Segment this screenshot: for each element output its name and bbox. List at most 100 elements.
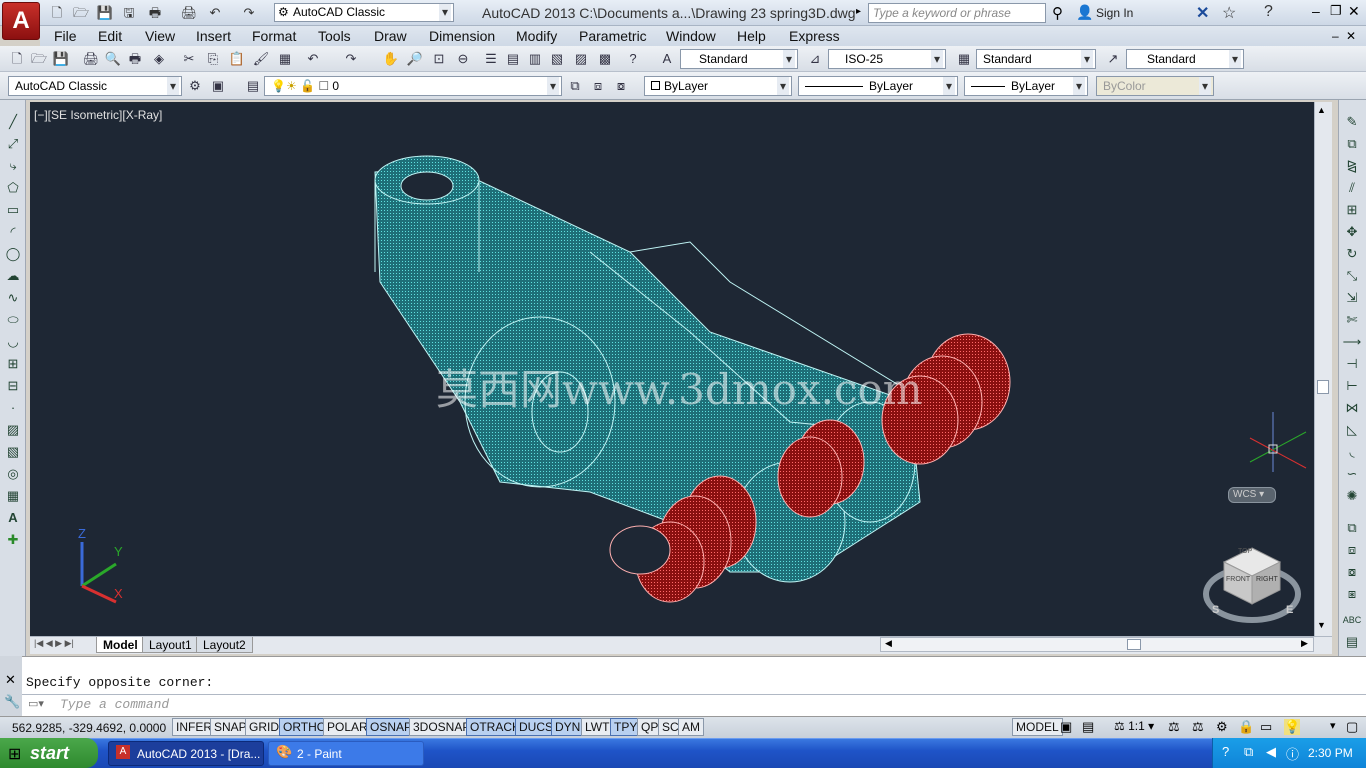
auto-scale-icon[interactable]: ⚖ (1192, 719, 1204, 735)
menu-file[interactable]: File (54, 28, 77, 44)
menu-dimension[interactable]: Dimension (429, 28, 495, 44)
construction-line-icon[interactable]: ⤢ (3, 134, 23, 154)
make-current-layer-icon[interactable]: ⧉ (566, 77, 584, 95)
bring-front-icon[interactable]: ⧉ (1342, 518, 1362, 538)
line-icon[interactable]: ╱ (3, 112, 23, 132)
menu-help[interactable]: Help (737, 28, 766, 44)
menu-window[interactable]: Window (666, 28, 716, 44)
status-menu-icon[interactable]: ▾ (1330, 719, 1336, 732)
plot-preview-icon[interactable]: 🔍 (104, 50, 122, 68)
close-icon[interactable]: ✕ (1348, 3, 1360, 20)
paste-icon[interactable]: 📋 (228, 50, 246, 68)
doc-minimize-icon[interactable]: – (1332, 29, 1339, 43)
open-file-icon[interactable]: 🗁 (30, 50, 48, 68)
gradient-icon[interactable]: ▧ (3, 442, 23, 462)
extend-icon[interactable]: ⟶ (1342, 332, 1362, 352)
stretch-icon[interactable]: ⇲ (1342, 288, 1362, 308)
layer-properties-icon[interactable]: ▤ (244, 77, 262, 95)
model-space-button[interactable]: MODEL (1012, 718, 1063, 736)
doc-close-icon[interactable]: ✕ (1346, 29, 1356, 43)
minimize-icon[interactable]: – (1312, 3, 1320, 19)
cut-icon[interactable]: ✂ (180, 50, 198, 68)
task-autocad[interactable]: AutoCAD 2013 - [Dra... (108, 741, 264, 766)
tray-volume-icon[interactable]: ◀ (1266, 744, 1276, 760)
compass-south[interactable]: S (1212, 604, 1219, 616)
multileader-style-dropdown[interactable]: Standard (1126, 49, 1244, 69)
block-editor-icon[interactable]: ▦ (276, 50, 294, 68)
save-icon[interactable]: 💾 (96, 4, 114, 22)
zoom-window-icon[interactable]: ⊡ (430, 50, 448, 68)
save-as-icon[interactable]: 🖫 (120, 4, 138, 22)
horizontal-scroll-thumb[interactable] (1127, 639, 1141, 650)
fillet-icon[interactable]: ◟ (1342, 442, 1362, 462)
menu-insert[interactable]: Insert (196, 28, 231, 44)
match-properties-icon[interactable]: 🖌 (252, 50, 270, 68)
sheet-set-icon[interactable]: ▧ (548, 50, 566, 68)
workspace-settings-icon[interactable]: ⚙ (186, 77, 204, 95)
toggle-lwt[interactable]: LWT (581, 718, 614, 736)
help-tool-icon[interactable]: ? (624, 50, 642, 68)
join-icon[interactable]: ⋈ (1342, 398, 1362, 418)
menu-parametric[interactable]: Parametric (579, 28, 647, 44)
application-menu-button[interactable]: A (2, 2, 40, 40)
linetype-dropdown[interactable]: ByLayer (798, 76, 958, 96)
help-icon[interactable]: ? (1264, 3, 1273, 21)
exchange-icon[interactable]: ✕ (1196, 3, 1209, 23)
qnew-icon[interactable]: 🗋 (8, 50, 26, 68)
3d-dwf-icon[interactable]: ◈ (150, 50, 168, 68)
workspace-toolbar-dropdown[interactable]: AutoCAD Classic (8, 76, 182, 96)
annotation-visibility-icon[interactable]: ⚖ (1168, 719, 1180, 735)
dim-style-dropdown[interactable]: ISO-25 (828, 49, 946, 69)
erase-icon[interactable]: ✎ (1342, 112, 1362, 132)
add-selected-icon[interactable]: ✚ (3, 530, 23, 550)
open-icon[interactable]: 🗁 (72, 4, 90, 22)
point-icon[interactable]: · (3, 398, 23, 418)
command-close-icon[interactable]: ✕ (5, 672, 16, 688)
toggle-polar[interactable]: POLAR (323, 718, 372, 736)
wcs-menu-button[interactable]: WCS ▾ (1228, 487, 1276, 503)
command-prompt-icon[interactable]: ▭▾ (28, 697, 44, 710)
clock[interactable]: 2:30 PM (1308, 746, 1353, 760)
menu-modify[interactable]: Modify (516, 28, 557, 44)
table-style-dropdown[interactable]: Standard (976, 49, 1096, 69)
toggle-3dosnap[interactable]: 3DOSNAP (409, 718, 475, 736)
vertical-scrollbar[interactable]: ▲ ▼ (1314, 102, 1332, 636)
calculator-icon[interactable]: ▩ (596, 50, 614, 68)
undo-icon[interactable]: ↶ (206, 4, 224, 22)
table-icon[interactable]: ▦ (3, 486, 23, 506)
viewcube-front-label[interactable]: FRONT (1226, 576, 1250, 583)
zoom-previous-icon[interactable]: ⊖ (454, 50, 472, 68)
circle-icon[interactable]: ◯ (3, 244, 23, 264)
star-icon[interactable]: ☆ (1222, 3, 1236, 23)
scroll-up-icon[interactable]: ▲ (1317, 105, 1326, 115)
rotate-icon[interactable]: ↻ (1342, 244, 1362, 264)
plot-icon[interactable]: 🖨 (180, 4, 198, 22)
mirror-icon[interactable]: ⧎ (1342, 156, 1362, 176)
coordinate-readout[interactable]: 562.9285, -329.4692, 0.0000 (12, 721, 166, 735)
pan-icon[interactable]: ✋ (382, 50, 400, 68)
redo-tool-icon[interactable]: ↷ (342, 50, 360, 68)
scroll-down-icon[interactable]: ▼ (1317, 620, 1326, 630)
toggle-grid[interactable]: GRID (245, 718, 283, 736)
tray-help-icon[interactable]: ? (1222, 744, 1229, 759)
workspace-switch-icon[interactable]: ⚙ (1216, 719, 1228, 735)
region-icon[interactable]: ◎ (3, 464, 23, 484)
save-file-icon[interactable]: 💾 (52, 50, 70, 68)
markup-icon[interactable]: ▨ (572, 50, 590, 68)
menu-draw[interactable]: Draw (374, 28, 407, 44)
break-icon[interactable]: ⊢ (1342, 376, 1362, 396)
quick-view-drawings-icon[interactable]: ▤ (1082, 719, 1094, 735)
chamfer-icon[interactable]: ◺ (1342, 420, 1362, 440)
multiline-text-icon[interactable]: A (3, 508, 23, 528)
zoom-realtime-icon[interactable]: 🔎 (406, 50, 424, 68)
polygon-icon[interactable]: ⬠ (3, 178, 23, 198)
properties-icon[interactable]: ☰ (482, 50, 500, 68)
design-center-icon[interactable]: ▤ (504, 50, 522, 68)
undo-tool-icon[interactable]: ↶ (304, 50, 322, 68)
tab-layout2[interactable]: Layout2 (196, 637, 253, 653)
ellipse-arc-icon[interactable]: ◡ (3, 332, 23, 352)
polyline-icon[interactable]: ⤷ (3, 156, 23, 176)
clean-screen-icon[interactable]: ▢ (1346, 719, 1358, 735)
publish-file-icon[interactable]: 🖶 (126, 50, 144, 68)
insert-block-icon[interactable]: ⊞ (3, 354, 23, 374)
